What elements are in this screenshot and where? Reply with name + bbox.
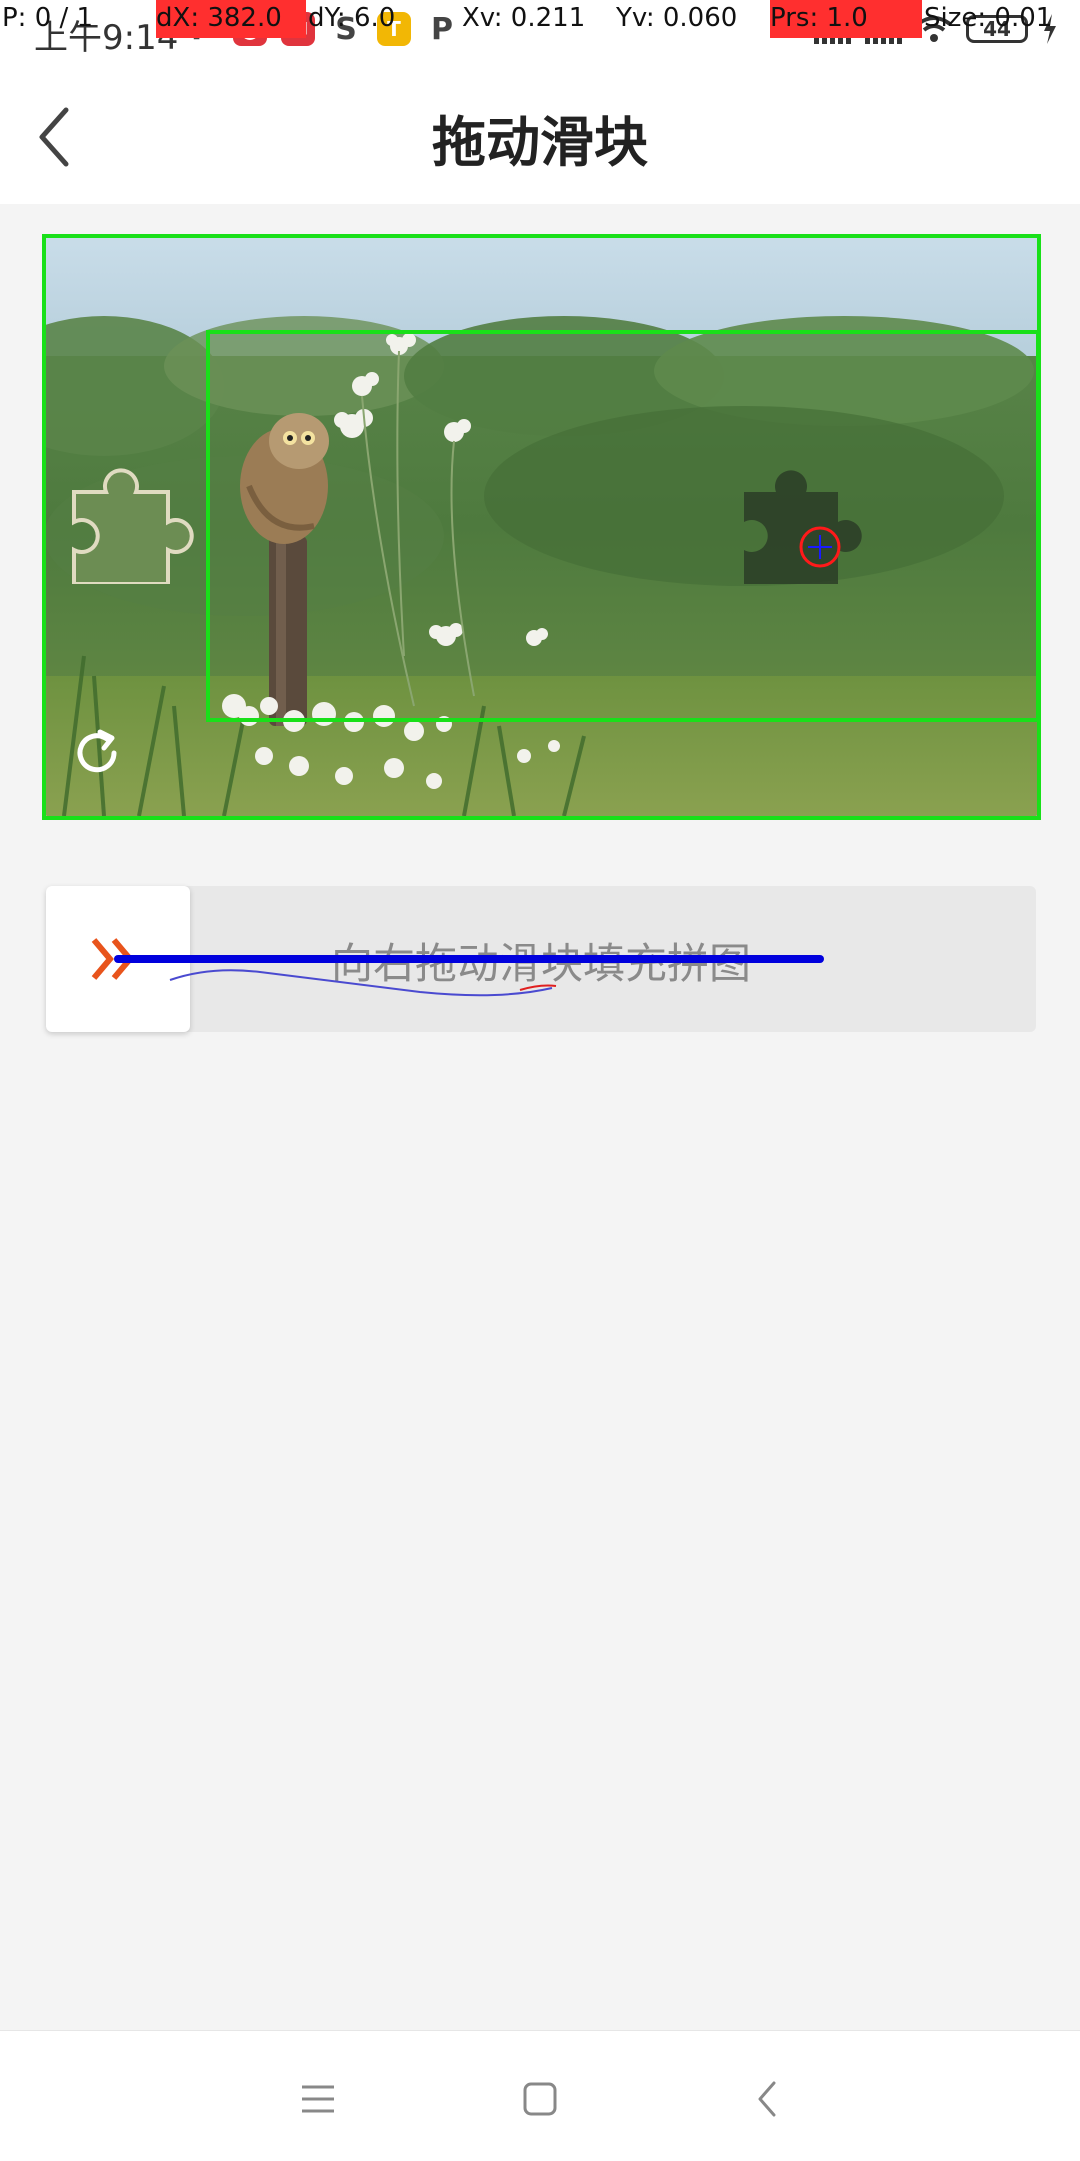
pointer-location-overlay: P: 0 / 1 dX: 382.0 dY: 6.0 Xv: 0.211 Yv:… xyxy=(0,0,1080,38)
overlay-yv: Yv: 0.060 xyxy=(616,3,738,33)
refresh-icon[interactable] xyxy=(70,726,124,780)
overlay-size: Size: 0.01 xyxy=(924,3,1053,33)
puzzle-piece[interactable] xyxy=(52,464,202,584)
double-chevron-right-icon xyxy=(91,938,134,980)
system-nav-bar xyxy=(0,2030,1080,2161)
captcha-puzzle-image xyxy=(44,236,1039,816)
menu-icon[interactable] xyxy=(288,2069,348,2129)
overlay-dy: dY: 6.0 xyxy=(308,3,396,33)
overlay-pressure: Prs: 1.0 xyxy=(770,0,922,38)
slider-handle[interactable] xyxy=(46,886,190,1032)
slider-hint-text: 向右拖动滑块填充拼图 xyxy=(330,939,751,988)
overlay-pointer-count: P: 0 / 1 xyxy=(2,3,94,33)
app-header: 拖动滑块 xyxy=(0,66,1080,204)
page-title: 拖动滑块 xyxy=(432,111,648,174)
target-crosshair-icon xyxy=(799,526,841,568)
overlay-xv: Xv: 0.211 xyxy=(462,3,586,33)
captcha-slider-track[interactable]: 向右拖动滑块填充拼图 xyxy=(46,886,1036,1032)
home-icon[interactable] xyxy=(510,2069,570,2129)
back-icon[interactable] xyxy=(738,2069,798,2129)
overlay-dx: dX: 382.0 xyxy=(156,0,306,38)
